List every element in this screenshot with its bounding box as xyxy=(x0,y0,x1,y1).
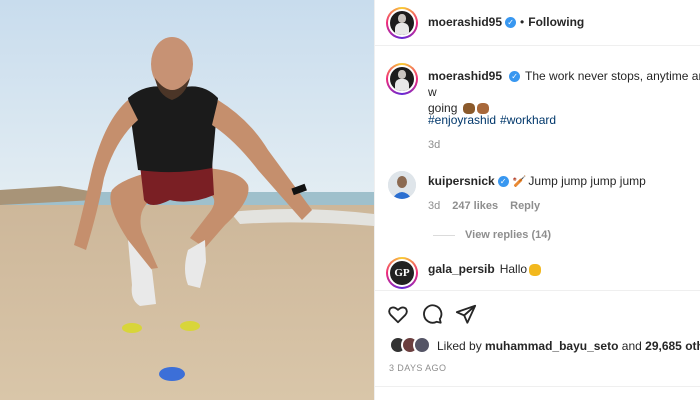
commenter-username[interactable]: gala_persib xyxy=(428,262,495,276)
caption-author-avatar[interactable] xyxy=(386,63,418,95)
share-icon[interactable] xyxy=(455,303,477,325)
caption-text: moerashid95 ✓ The work never stops, anytim… xyxy=(428,68,700,116)
post-photo[interactable] xyxy=(0,0,374,400)
post-date[interactable]: 3 DAYS AGO xyxy=(389,363,446,373)
post-header: moerashid95 ✓ • Following xyxy=(375,0,700,46)
person-avatar-icon xyxy=(388,171,416,199)
commenter-username[interactable]: kuipersnick xyxy=(428,174,495,188)
comment-time[interactable]: 3d xyxy=(428,200,440,212)
post-side-panel: moerashid95 ✓ • Following moerashid95 ✓ The w… xyxy=(374,0,700,400)
commenter-avatar[interactable] xyxy=(388,171,416,199)
caption-timestamp[interactable]: 3d xyxy=(428,139,440,151)
hashtag-link[interactable]: #enjoyrashid xyxy=(428,113,496,127)
comment-icon[interactable] xyxy=(421,303,443,325)
verified-badge-icon: ✓ xyxy=(505,17,517,29)
waving-hand-emoji xyxy=(529,263,542,276)
verified-badge-icon: ✓ xyxy=(497,176,509,188)
verified-badge-icon: ✓ xyxy=(509,71,521,83)
separator-dot: • xyxy=(520,15,525,29)
author-username[interactable]: moerashid95 xyxy=(428,15,502,29)
commenter-avatar[interactable]: GP xyxy=(386,257,418,289)
liker-avatar xyxy=(413,336,431,354)
reply-button[interactable]: Reply xyxy=(510,200,540,212)
comment-likes[interactable]: 247 likes xyxy=(452,200,498,212)
liked-by-others[interactable]: 29,685 others xyxy=(645,339,700,353)
liked-by-username[interactable]: muhammad_bayu_seto xyxy=(485,339,618,353)
heart-icon[interactable] xyxy=(387,303,409,325)
caption-username[interactable]: moerashid95 xyxy=(428,69,502,83)
author-avatar[interactable] xyxy=(386,7,418,39)
liked-by-prefix: Liked by xyxy=(437,339,482,353)
post-actions-bar: Liked by muhammad_bayu_seto and 29,685 o… xyxy=(375,290,700,400)
caption-hashtags: #enjoyrashid #workhard xyxy=(428,113,560,127)
comment-text: Hallo xyxy=(499,262,528,276)
instagram-post: moerashid95 ✓ • Following moerashid95 ✓ The w… xyxy=(0,0,700,400)
following-button[interactable]: Following xyxy=(528,15,584,29)
comment-text: Jump jump jump jump xyxy=(528,174,646,188)
gp-logo-icon: GP xyxy=(394,267,410,279)
comment-body: gala_persib Hallo xyxy=(428,262,542,276)
view-replies-button[interactable]: View replies (14) xyxy=(433,229,551,241)
athlete-jumping-beach-photo xyxy=(0,0,374,400)
comment-body: kuipersnick ✓ 🏏 Jump jump jump jump xyxy=(428,174,646,188)
liked-by-and: and xyxy=(621,339,642,353)
divider xyxy=(375,386,700,387)
comment-meta: 3d 247 likes Reply xyxy=(428,200,552,212)
hashtag-link[interactable]: #workhard xyxy=(500,113,556,127)
bat-emoji-icon: 🏏 xyxy=(512,176,527,188)
